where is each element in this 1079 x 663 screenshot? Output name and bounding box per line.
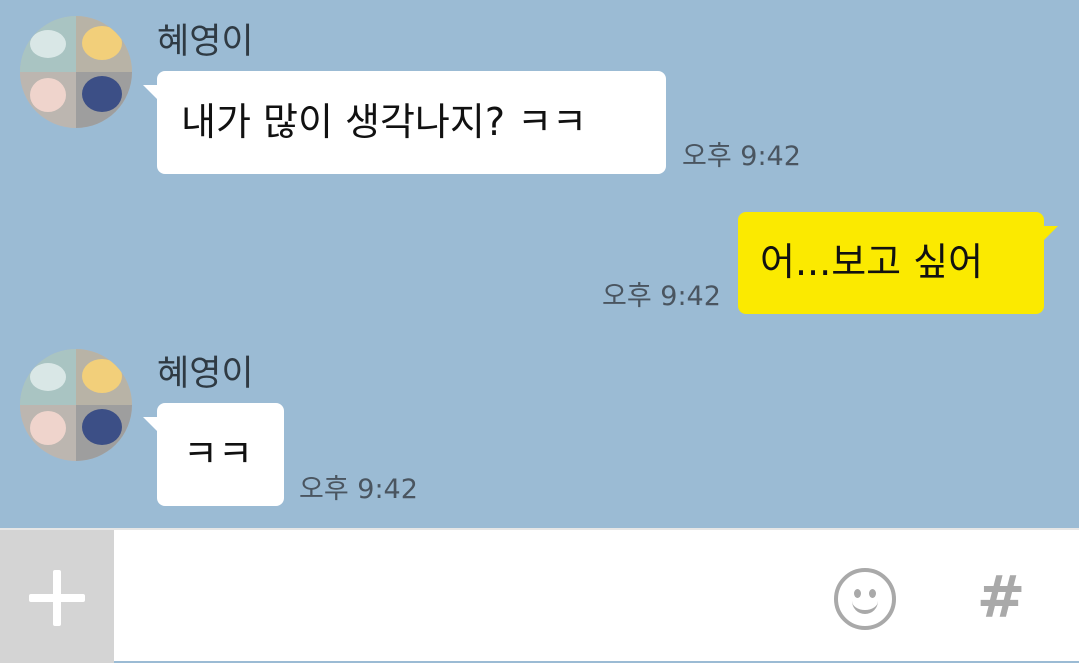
sender-avatar[interactable] — [20, 16, 132, 128]
bubble-tail — [143, 85, 159, 101]
bubble-tail — [143, 417, 159, 433]
message-text: ㅋㅋ — [183, 432, 253, 476]
sender-avatar[interactable] — [20, 349, 132, 461]
outgoing-message-bubble[interactable]: 어...보고 싶어 — [738, 212, 1058, 314]
plus-button[interactable] — [0, 530, 114, 663]
message-timestamp: 오후 9:42 — [602, 281, 721, 312]
incoming-message-bubble[interactable]: ㅋㅋ — [143, 403, 284, 506]
message-text: 어...보고 싶어 — [760, 240, 984, 284]
bubble-tail — [1042, 226, 1058, 242]
smiley-icon[interactable] — [834, 568, 896, 630]
message-timestamp: 오후 9:42 — [299, 474, 418, 505]
message-timestamp: 오후 9:42 — [682, 141, 801, 172]
input-bar: # — [0, 528, 1079, 663]
sender-name: 혜영이 — [157, 22, 254, 62]
message-text: 내가 많이 생각나지? ㅋㅋ — [181, 100, 588, 144]
sender-name: 혜영이 — [157, 354, 254, 394]
chat-area[interactable]: 혜영이 내가 많이 생각나지? ㅋㅋ 오후 9:42 오후 9:42 어...보… — [0, 0, 1079, 528]
message-input[interactable] — [124, 550, 808, 642]
hash-icon[interactable]: # — [966, 562, 1036, 632]
incoming-message-bubble[interactable]: 내가 많이 생각나지? ㅋㅋ — [143, 71, 666, 174]
